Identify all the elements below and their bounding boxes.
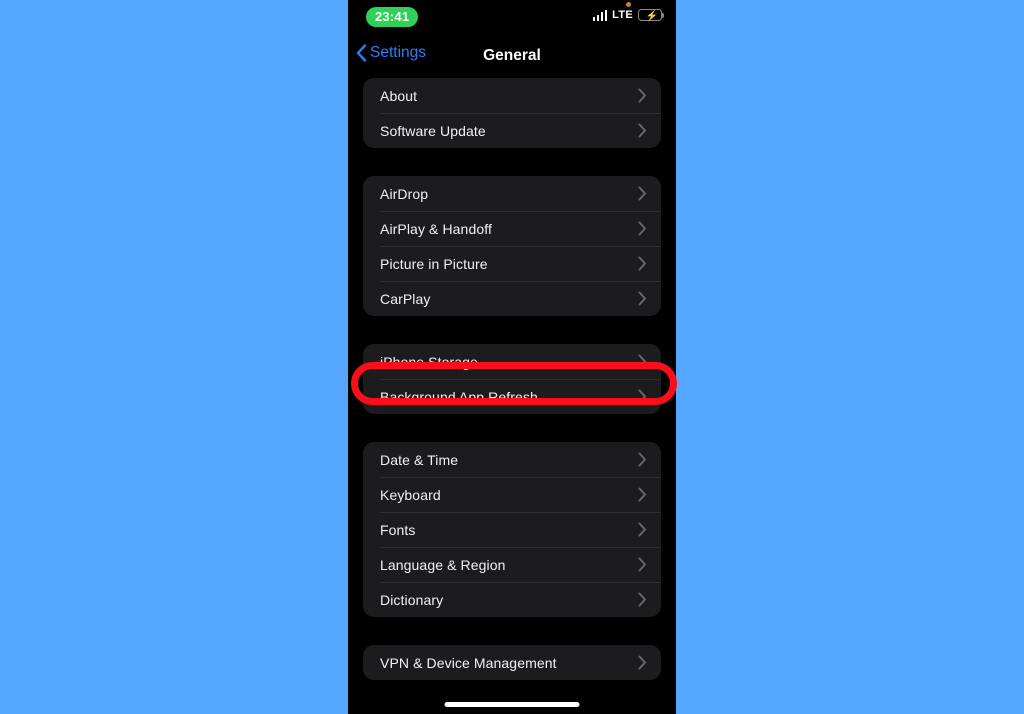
settings-row[interactable]: Picture in Picture: [363, 246, 661, 281]
group-connectivity: AirDrop AirPlay & Handoff Picture in Pictu…: [363, 176, 661, 316]
chevron-right-icon: [638, 655, 646, 670]
charging-bolt-icon: ⚡: [645, 10, 658, 22]
settings-row-label: Language & Region: [380, 556, 506, 573]
settings-row-label: Background App Refresh: [380, 388, 538, 405]
settings-row-label: Dictionary: [380, 591, 444, 608]
home-indicator[interactable]: [444, 702, 580, 707]
group-management: VPN & Device Management: [363, 645, 661, 680]
settings-row[interactable]: Background App Refresh: [363, 379, 661, 414]
settings-row[interactable]: Language & Region: [363, 547, 661, 582]
settings-row-label: About: [380, 87, 418, 104]
page-title: General: [483, 47, 541, 64]
settings-row[interactable]: Date & Time: [363, 442, 661, 477]
settings-row-label: AirPlay & Handoff: [380, 220, 492, 237]
settings-row-label: Software Update: [380, 122, 486, 139]
chevron-right-icon: [638, 354, 646, 369]
settings-row[interactable]: Fonts: [363, 512, 661, 547]
chevron-right-icon: [638, 557, 646, 572]
phone-screen: 23:41 LTE ⚡ Settings General About Softw…: [348, 0, 676, 714]
settings-row[interactable]: CarPlay: [363, 281, 661, 316]
microphone-indicator-icon: [626, 2, 631, 7]
settings-row[interactable]: AirPlay & Handoff: [363, 211, 661, 246]
chevron-right-icon: [638, 389, 646, 404]
settings-row[interactable]: About: [363, 78, 661, 113]
chevron-right-icon: [638, 88, 646, 103]
cellular-bars-icon: [592, 9, 608, 21]
settings-row[interactable]: Dictionary: [363, 582, 661, 617]
group-storage: iPhone Storage Background App Refresh: [363, 344, 661, 414]
navigation-bar: Settings General: [348, 34, 676, 78]
settings-row[interactable]: iPhone Storage: [363, 344, 661, 379]
settings-row-label: iPhone Storage: [380, 353, 478, 370]
status-bar: 23:41 LTE ⚡: [348, 0, 676, 34]
status-bar-right-cluster: LTE ⚡: [592, 9, 665, 22]
settings-row[interactable]: AirDrop: [363, 176, 661, 211]
settings-row-label: Fonts: [380, 521, 416, 538]
status-bar-time-recording-pill[interactable]: 23:41: [366, 7, 419, 27]
chevron-right-icon: [638, 487, 646, 502]
chevron-right-icon: [638, 123, 646, 138]
group-about: About Software Update: [363, 78, 661, 148]
battery-charging-icon: ⚡: [638, 9, 665, 22]
chevron-right-icon: [638, 221, 646, 236]
settings-row[interactable]: Keyboard: [363, 477, 661, 512]
settings-row-label: CarPlay: [380, 290, 431, 307]
settings-row-label: VPN & Device Management: [380, 654, 557, 671]
group-localization: Date & Time Keyboard Fonts Language & Regio…: [363, 442, 661, 617]
settings-row-label: Picture in Picture: [380, 255, 488, 272]
chevron-right-icon: [638, 186, 646, 201]
chevron-right-icon: [638, 291, 646, 306]
chevron-right-icon: [638, 256, 646, 271]
settings-row[interactable]: Software Update: [363, 113, 661, 148]
chevron-right-icon: [638, 452, 646, 467]
settings-row-label: AirDrop: [380, 185, 429, 202]
network-type-label: LTE: [612, 9, 633, 21]
screenshot-canvas: 23:41 LTE ⚡ Settings General About Softw…: [0, 0, 1024, 714]
settings-row-label: Date & Time: [380, 451, 459, 468]
chevron-right-icon: [638, 522, 646, 537]
settings-row-label: Keyboard: [380, 486, 441, 503]
chevron-right-icon: [638, 592, 646, 607]
settings-row[interactable]: VPN & Device Management: [363, 645, 661, 680]
settings-list: About Software Update AirDrop AirPlay & Han…: [348, 78, 676, 708]
